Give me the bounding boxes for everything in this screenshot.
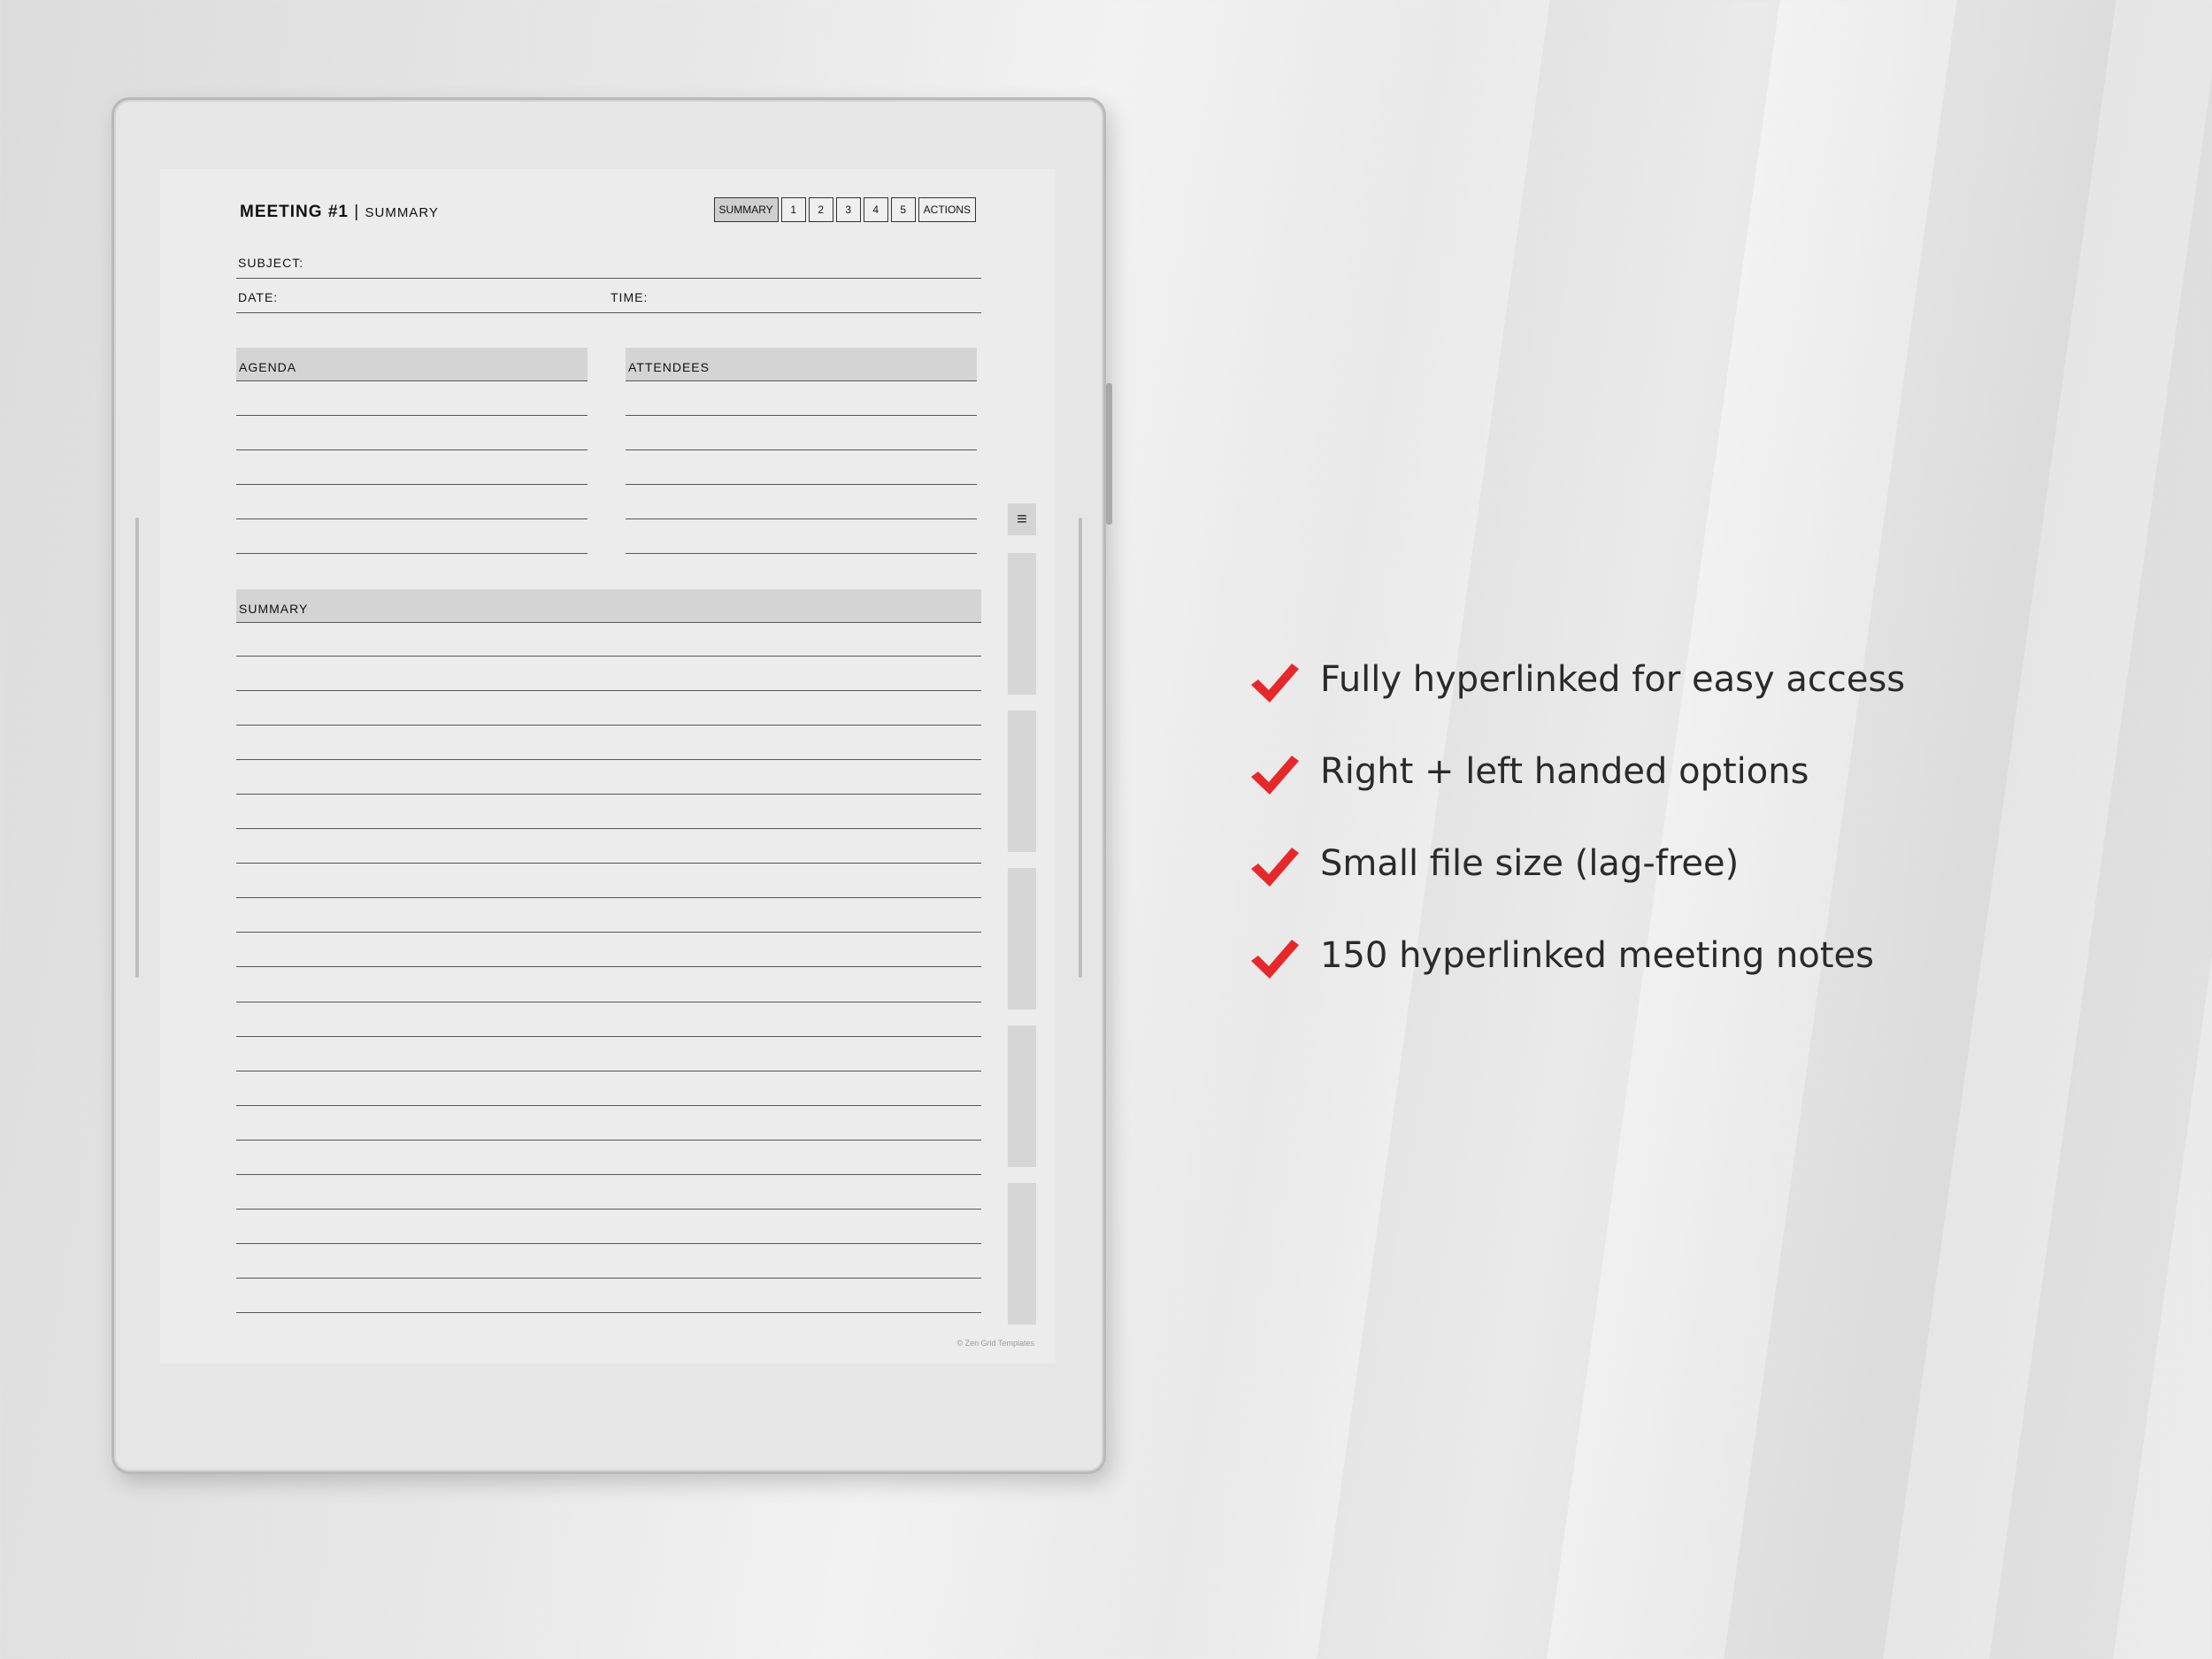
summary-line[interactable] [236,1104,981,1106]
summary-line[interactable] [236,1311,981,1313]
page-title-separator: | [354,203,360,221]
copyright: © Zen Grid Templates [956,1339,1035,1348]
nav-tab-1[interactable]: 1 [780,197,806,222]
menu-icon[interactable]: ≡ [1008,503,1036,535]
attendee-line[interactable] [626,415,977,416]
page-title: MEETING #1 | SUMMARY [240,203,439,222]
device-screen: MEETING #1 | SUMMARY SUMMARY 1 2 3 4 5 ACTIONS… [160,169,1056,1363]
summary-line[interactable] [236,1242,981,1244]
agenda-line[interactable] [236,553,588,554]
time-field[interactable]: TIME: [608,280,981,313]
feature-item: 150 hyperlinked meeting notes [1248,934,2168,1026]
agenda-line[interactable] [236,415,588,416]
nav-tab-actions[interactable]: ACTIONS [918,197,976,222]
summary-line[interactable] [236,1277,981,1279]
nav-tabs: SUMMARY 1 2 3 4 5 ACTIONS [713,197,976,222]
summary-line[interactable] [236,656,981,657]
agenda-line[interactable] [236,484,588,485]
summary-line[interactable] [236,1139,981,1141]
summary-line[interactable] [236,1173,981,1175]
agenda-line[interactable] [236,449,588,450]
summary-line[interactable] [236,794,981,795]
device-side-button [1106,383,1112,525]
nav-tab-5[interactable]: 5 [890,197,916,222]
summary-line[interactable] [236,725,981,726]
agenda-line[interactable] [236,518,588,519]
summary-line[interactable] [236,690,981,692]
summary-line[interactable] [236,932,981,933]
subject-label: SUBJECT: [238,256,304,270]
summary-header: SUMMARY [236,589,981,623]
summary-line[interactable] [236,966,981,968]
side-tab-2[interactable] [1008,710,1036,852]
device-rail-right [1079,518,1082,978]
side-tab-3[interactable] [1008,868,1036,1010]
attendee-line[interactable] [626,518,977,519]
agenda-header: AGENDA [236,348,588,381]
date-label: DATE: [238,290,279,304]
feature-item: Right + left handed options [1248,750,2168,842]
agenda-label: AGENDA [239,360,297,374]
summary-line[interactable] [236,897,981,899]
summary-line[interactable] [236,828,981,830]
checkmark-icon [1251,664,1299,703]
side-tab-1[interactable] [1008,553,1036,695]
feature-item: Small file size (lag-free) [1248,842,2168,934]
attendee-line[interactable] [626,553,977,554]
summary-line[interactable] [236,1208,981,1210]
checkmark-icon [1251,848,1299,887]
checkmark-icon [1251,756,1299,795]
feature-text: Small file size (lag-free) [1320,843,1740,884]
feature-text: 150 hyperlinked meeting notes [1320,935,1874,976]
feature-list: Fully hyperlinked for easy access Right +… [1248,658,2168,1026]
attendees-label: ATTENDEES [628,360,710,374]
tablet-device: MEETING #1 | SUMMARY SUMMARY 1 2 3 4 5 ACTIONS… [111,97,1112,1474]
page-title-strong: MEETING #1 [240,203,349,221]
subject-field[interactable]: SUBJECT: [236,245,981,279]
time-label: TIME: [611,290,649,304]
attendee-line[interactable] [626,484,977,485]
feature-item: Fully hyperlinked for easy access [1248,658,2168,750]
nav-tab-2[interactable]: 2 [808,197,833,222]
summary-line[interactable] [236,759,981,761]
date-field[interactable]: DATE: [236,280,608,313]
page-title-sub: SUMMARY [365,205,439,220]
device-rail-left [135,518,139,978]
nav-tab-4[interactable]: 4 [863,197,888,222]
feature-text: Right + left handed options [1320,751,1809,792]
checkmark-icon [1251,940,1299,979]
side-tab-4[interactable] [1008,1025,1036,1167]
attendee-line[interactable] [626,449,977,450]
side-tab-5[interactable] [1008,1183,1036,1325]
summary-label: SUMMARY [239,602,309,616]
attendees-header: ATTENDEES [626,348,977,381]
nav-tab-summary[interactable]: SUMMARY [713,197,779,222]
summary-line[interactable] [236,863,981,864]
feature-text: Fully hyperlinked for easy access [1320,659,1906,700]
summary-line[interactable] [236,1035,981,1037]
nav-tab-3[interactable]: 3 [835,197,861,222]
